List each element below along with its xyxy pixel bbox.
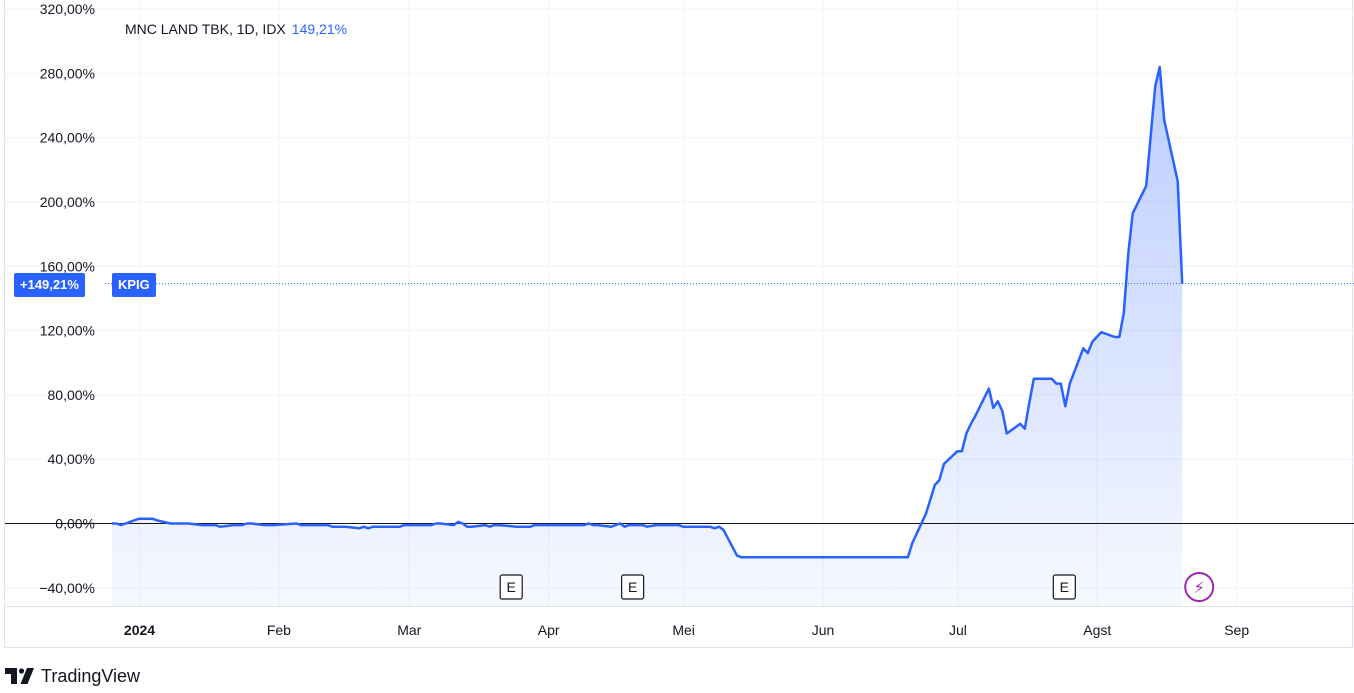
earnings-marker-label: E: [628, 579, 637, 595]
y-tick-label: 240,00%: [40, 130, 95, 146]
y-tick-label: 280,00%: [40, 65, 95, 81]
chart-pane[interactable]: 320,00% 280,00% 240,00% 200,00% 160,00% 120,0…: [4, 0, 1354, 648]
y-tick-label: 320,00%: [40, 1, 95, 17]
x-tick-label: Jun: [812, 622, 835, 638]
y-tick-label: 200,00%: [40, 194, 95, 210]
y-tick-label: 160,00%: [40, 258, 95, 274]
x-tick-label: Mei: [672, 622, 695, 638]
x-tick-label: Agst: [1083, 622, 1111, 638]
earnings-marker-label: E: [1060, 579, 1069, 595]
y-tick-label: 120,00%: [40, 323, 95, 339]
y-tick-label: 40,00%: [48, 451, 95, 467]
last-value-badge: +149,21%: [14, 273, 85, 297]
legend-value: 149,21%: [291, 21, 348, 37]
tradingview-attribution[interactable]: TradingView: [5, 664, 140, 688]
y-tick-label: 80,00%: [48, 387, 95, 403]
series-legend: MNC LAND TBK, 1D, IDX 149,21%: [125, 21, 347, 37]
tradingview-logo-icon: [5, 668, 34, 684]
ticker-badge: KPIG: [112, 273, 156, 297]
x-tick-label: Feb: [267, 622, 291, 638]
earnings-marker-label: E: [507, 579, 516, 595]
dividend-marker-label: ⚡: [1194, 578, 1205, 597]
price-chart[interactable]: 320,00% 280,00% 240,00% 200,00% 160,00% 120,0…: [5, 0, 1354, 648]
x-tick-label: Jul: [949, 622, 967, 638]
y-tick-label: −40,00%: [39, 580, 95, 596]
tradingview-brand: TradingView: [41, 665, 141, 686]
x-tick-label: Apr: [538, 622, 560, 638]
x-tick-label: Mar: [397, 622, 421, 638]
legend-symbol: MNC LAND TBK, 1D, IDX: [125, 21, 286, 37]
x-tick-label: Sep: [1224, 622, 1249, 638]
x-tick-label: 2024: [124, 622, 155, 638]
